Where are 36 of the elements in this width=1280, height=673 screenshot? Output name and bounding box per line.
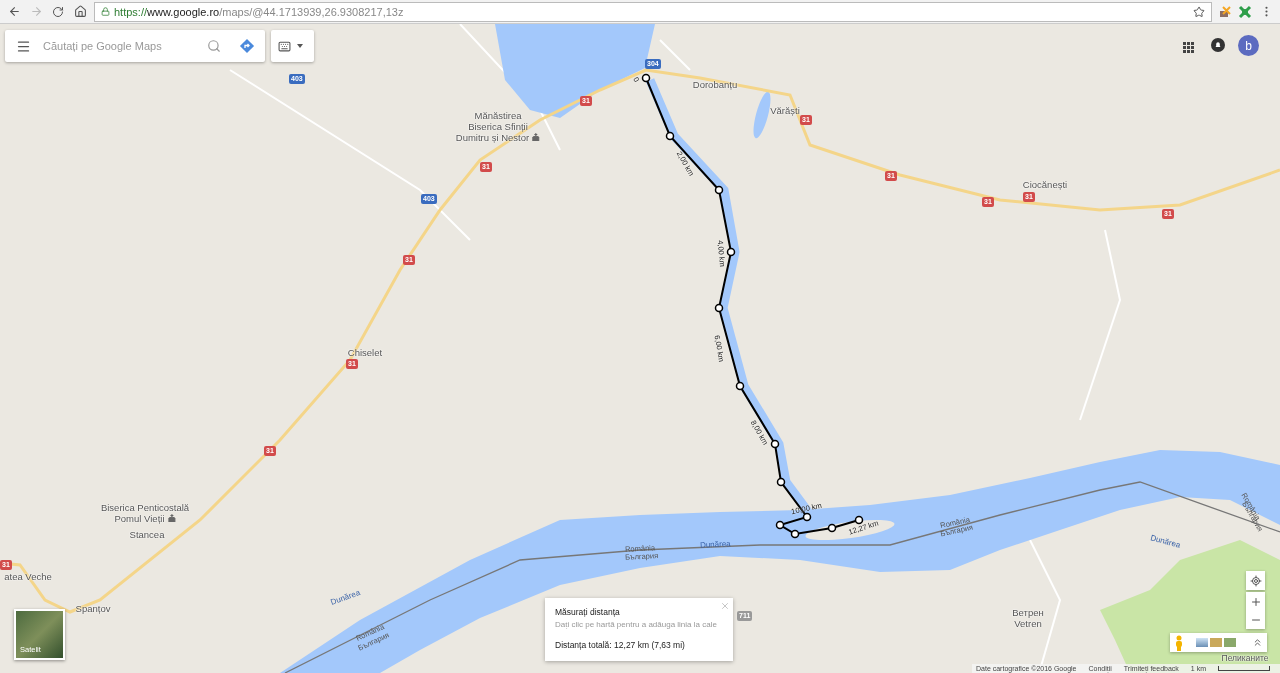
place-label: Biserica Penticostală Pomul Vieții (100, 502, 190, 524)
place-label: Пеликаните (1221, 653, 1269, 663)
imagery-dock[interactable] (1170, 633, 1267, 652)
total-distance: Distanța totală: 12,27 km (7,63 mi) (555, 640, 686, 650)
imagery-thumbnail[interactable] (1196, 638, 1208, 647)
pond (753, 91, 771, 139)
search-field[interactable]: Căutați pe Google Maps (41, 39, 199, 53)
url-text: https://www.google.ro/maps/@44.1713939,26.9308217,13z (114, 5, 404, 18)
input-tools-button[interactable] (271, 30, 314, 62)
search-box[interactable]: Căutați pe Google Maps (5, 30, 265, 62)
caret-icon[interactable] (297, 44, 303, 48)
imagery-thumbnail[interactable] (1210, 638, 1222, 647)
river-label: Dunărea (1149, 533, 1182, 550)
place-label: Ветрен Vetren (1012, 607, 1044, 629)
address-bar[interactable]: https://www.google.ro/maps/@44.1713939,26.9308217,13z (94, 1, 1212, 22)
river-label: Dunărea (699, 539, 731, 550)
account-avatar[interactable]: b (1238, 35, 1259, 56)
scale-bar (1218, 666, 1270, 671)
expand-icon[interactable] (1252, 637, 1263, 648)
pegman-icon[interactable] (1174, 634, 1184, 651)
lock-icon (101, 7, 110, 16)
bookmark-star-icon[interactable] (1193, 5, 1205, 18)
menu-icon[interactable] (15, 38, 31, 54)
search-icon[interactable] (207, 39, 221, 53)
place-label: Spanțov (75, 603, 111, 614)
place-label: Stancea (129, 529, 165, 540)
imagery-thumbnail[interactable] (1224, 638, 1236, 647)
extension-icon[interactable] (1218, 4, 1232, 19)
card-title: Măsurați distanța (555, 607, 621, 617)
place-label: Ciocănești (1022, 179, 1068, 190)
notifications-icon[interactable] (1211, 38, 1225, 52)
card-hint: Dați clic pe hartă pentru a adăuga linia la cale (555, 620, 718, 629)
apps-grid-icon[interactable] (1183, 42, 1194, 53)
zoom-in-icon[interactable] (1249, 595, 1262, 608)
extension-icon[interactable] (1238, 4, 1252, 19)
place-label: Dorobanțu (692, 79, 738, 90)
